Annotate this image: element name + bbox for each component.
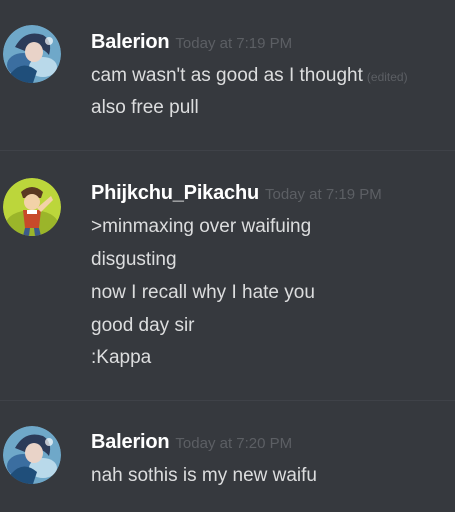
message-text: >minmaxing over waifuing xyxy=(91,216,312,237)
username[interactable]: Balerion xyxy=(91,431,170,453)
message-text: nah sothis is my new waifu xyxy=(91,465,317,486)
pikachu-avatar-icon xyxy=(3,178,61,236)
username[interactable]: Balerion xyxy=(91,31,170,53)
username[interactable]: Phijkchu_Pikachu xyxy=(91,182,259,204)
user-avatar-phijkchu[interactable] xyxy=(3,178,61,236)
message-content: cam wasn't as good as I thought xyxy=(91,65,363,86)
message-header: Phijkchu_Pikachu Today at 7:19 PM xyxy=(91,182,382,205)
message-divider xyxy=(0,150,455,151)
timestamp[interactable]: Today at 7:19 PM xyxy=(175,35,292,52)
anime-character-avatar-icon xyxy=(3,426,61,484)
message-text: :Kappa xyxy=(91,347,152,368)
timestamp[interactable]: Today at 7:19 PM xyxy=(265,186,382,203)
message-text: also free pull xyxy=(91,97,199,118)
edited-indicator: (edited) xyxy=(366,70,408,84)
message-text: now I recall why I hate you xyxy=(91,282,315,303)
message-header: Balerion Today at 7:20 PM xyxy=(91,431,292,454)
user-avatar-balerion[interactable] xyxy=(3,426,61,484)
message-text: good day sir xyxy=(91,315,195,336)
user-avatar-balerion[interactable] xyxy=(3,25,61,83)
message-text: cam wasn't as good as I thought (edited) xyxy=(91,65,408,87)
anime-character-avatar-icon xyxy=(3,25,61,83)
message-divider xyxy=(0,400,455,401)
timestamp[interactable]: Today at 7:20 PM xyxy=(175,435,292,452)
message-header: Balerion Today at 7:19 PM xyxy=(91,31,292,54)
message-text: disgusting xyxy=(91,249,177,270)
